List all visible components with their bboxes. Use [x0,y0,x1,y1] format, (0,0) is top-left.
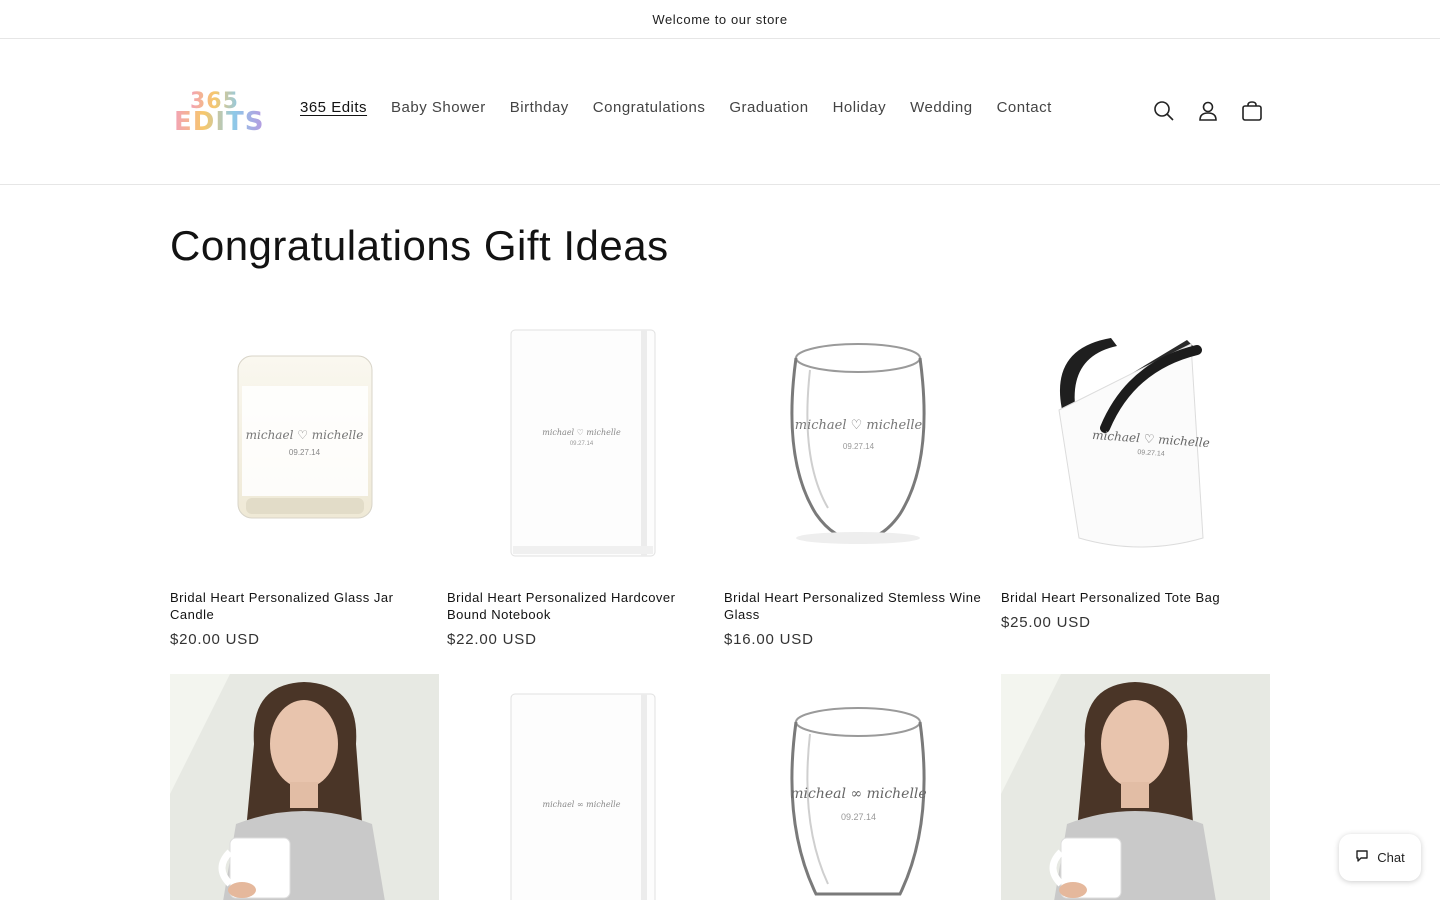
engraving-text: michael ♡ michelle [542,428,621,437]
product-image-wineglass[interactable]: michael ♡ michelle 09.27.14 [724,310,993,579]
product-grid: michael ♡ michelle 09.27.14 Bridal Heart… [170,310,1270,900]
product-card[interactable] [170,674,439,900]
product-image-candle[interactable]: michael ♡ michelle 09.27.14 [170,310,439,579]
product-card[interactable]: michael ♡ michelle 09.27.14 Bridal Heart… [447,310,716,648]
product-card[interactable]: michael ♡ michelle 09.27.14 Bridal Heart… [170,310,439,648]
product-image-photo-mug[interactable] [170,674,439,900]
product-card[interactable]: micheal ∞ michelle 09.27.14 [724,674,993,900]
nav-item-contact[interactable]: Contact [985,99,1064,116]
page-title: Congratulations Gift Ideas [170,222,669,269]
product-title[interactable]: Bridal Heart Personalized Tote Bag [1001,589,1270,606]
product-card[interactable]: michael ∞ michelle [447,674,716,900]
site-header: 365 EDITS 365 Edits Baby Shower Birthday… [0,39,1440,185]
product-card[interactable] [1001,674,1270,900]
product-image-tote[interactable]: michael ♡ michelle 09.27.14 [1001,310,1270,579]
store-logo[interactable]: 365 EDITS [174,89,263,137]
cart-icon[interactable] [1230,89,1274,133]
engraving-text: michael ∞ michelle [542,800,621,809]
nav-item-birthday[interactable]: Birthday [498,99,581,116]
nav-item-baby-shower[interactable]: Baby Shower [379,99,498,116]
account-icon[interactable] [1186,89,1230,133]
header-actions [1142,89,1274,133]
product-title[interactable]: Bridal Heart Personalized Stemless Wine … [724,589,993,623]
nav-item-holiday[interactable]: Holiday [821,99,899,116]
engraving-text: michael ♡ michelle [794,418,923,433]
product-image-wineglass[interactable]: micheal ∞ michelle 09.27.14 [724,674,993,900]
product-image-photo-mug[interactable] [1001,674,1270,900]
engraving-date: 09.27.14 [842,442,875,451]
main-nav: 365 Edits Baby Shower Birthday Congratul… [288,99,1064,116]
product-card[interactable]: michael ♡ michelle 09.27.14 Bridal Heart… [1001,310,1270,648]
engraving-text: micheal ∞ michelle [790,786,927,802]
announcement-text: Welcome to our store [652,11,788,27]
chat-label: Chat [1377,850,1405,865]
engraving-date: 09.27.14 [840,812,877,822]
nav-item-wedding[interactable]: Wedding [898,99,984,116]
product-title[interactable]: Bridal Heart Personalized Hardcover Boun… [447,589,716,623]
engraving-date: 09.27.14 [288,448,321,457]
chat-icon [1355,849,1369,866]
chat-button[interactable]: Chat [1339,834,1421,881]
product-card[interactable]: michael ♡ michelle 09.27.14 Bridal Heart… [724,310,993,648]
nav-item-congratulations[interactable]: Congratulations [581,99,718,116]
engraving-text: michael ♡ michelle [245,428,364,442]
product-price: $20.00 USD [170,631,260,648]
product-price: $16.00 USD [724,631,814,648]
product-image-notebook[interactable]: michael ♡ michelle 09.27.14 [447,310,716,579]
product-price: $22.00 USD [447,631,537,648]
nav-item-graduation[interactable]: Graduation [717,99,820,116]
announcement-bar: Welcome to our store [0,0,1440,39]
search-icon[interactable] [1142,89,1186,133]
nav-item-365-edits[interactable]: 365 Edits [288,99,379,116]
product-price: $25.00 USD [1001,614,1091,631]
engraving-date: 09.27.14 [569,441,594,447]
product-title[interactable]: Bridal Heart Personalized Glass Jar Cand… [170,589,439,623]
product-image-notebook[interactable]: michael ∞ michelle [447,674,716,900]
logo-line-2: EDITS [174,107,265,137]
